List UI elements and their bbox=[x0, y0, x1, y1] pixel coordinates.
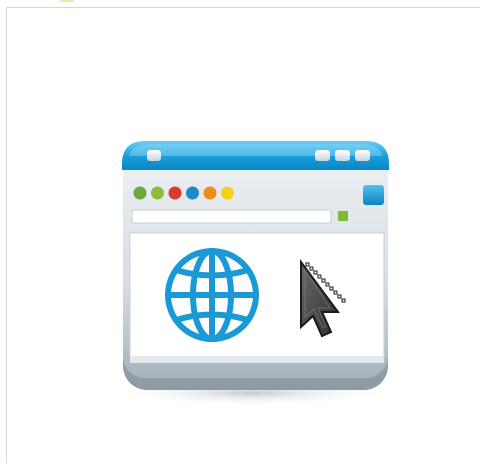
toolbar-dot bbox=[221, 186, 234, 200]
address-bar bbox=[131, 209, 332, 224]
globe-icon bbox=[165, 248, 259, 342]
browser-window-icon bbox=[112, 141, 392, 406]
minimize-button bbox=[315, 150, 330, 161]
toolbar-dot bbox=[151, 186, 164, 200]
maximize-button bbox=[335, 150, 350, 161]
canvas bbox=[0, 0, 482, 465]
title-bar-left-button bbox=[147, 150, 161, 161]
toolbar-dot bbox=[186, 186, 199, 200]
side-button bbox=[363, 185, 384, 205]
toolbar-dot bbox=[203, 186, 217, 200]
go-button bbox=[338, 211, 348, 221]
close-button bbox=[355, 150, 370, 161]
toolbar-dot bbox=[133, 186, 147, 200]
toolbar-dot bbox=[168, 186, 182, 200]
content-panel-footer bbox=[130, 357, 384, 363]
